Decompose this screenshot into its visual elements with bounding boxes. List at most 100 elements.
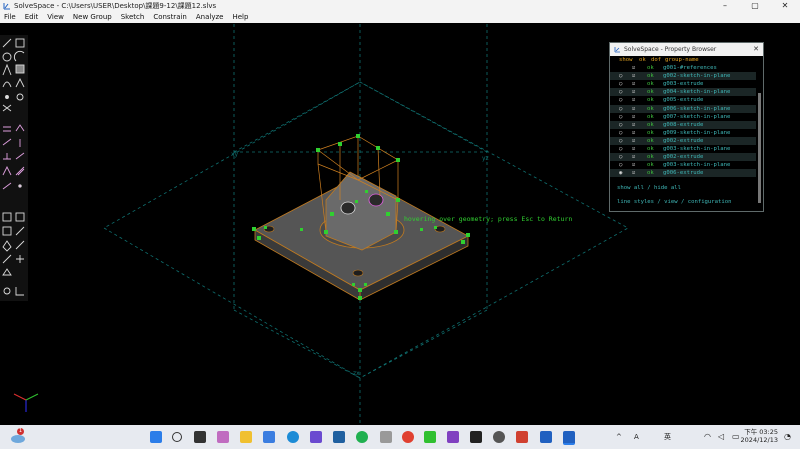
group-active-checkbox[interactable]: ☑ xyxy=(632,88,635,96)
property-browser-scrollbar[interactable] xyxy=(758,93,761,203)
construction-toggle-icon xyxy=(2,254,12,264)
solvespace-taskbar-icon-1[interactable] xyxy=(540,431,552,443)
group-name-link[interactable]: g003-extrude xyxy=(663,80,703,88)
group-visibility-toggle[interactable]: ○ xyxy=(619,88,622,96)
terminal-icon[interactable] xyxy=(470,431,482,443)
system-clock[interactable]: 下午 03:25 2024/12/13 xyxy=(741,428,778,444)
app-icon-dark[interactable] xyxy=(493,431,505,443)
menu-new-group[interactable]: New Group xyxy=(69,12,117,23)
group-visibility-toggle[interactable]: ○ xyxy=(619,105,622,113)
group-row[interactable]: ○ ☑ ok g009-sketch-in-plane xyxy=(610,129,756,137)
group-active-checkbox[interactable]: ☑ xyxy=(632,105,635,113)
group-visibility-toggle[interactable]: ○ xyxy=(619,121,622,129)
video-editor-icon[interactable] xyxy=(447,431,459,443)
minimize-button[interactable]: – xyxy=(710,0,740,12)
app-icon-red[interactable] xyxy=(516,431,528,443)
edge-browser-icon[interactable] xyxy=(287,431,299,443)
tray-ime-a[interactable]: A xyxy=(634,425,639,449)
group-row[interactable]: ○ ☑ ok g002-extrude xyxy=(610,153,756,162)
group-active-checkbox[interactable]: ☑ xyxy=(632,137,635,145)
group-visibility-toggle[interactable]: ◉ xyxy=(619,169,622,177)
volume-icon[interactable]: ◁ xyxy=(718,425,724,449)
group-active-checkbox[interactable]: ☑ xyxy=(632,72,635,80)
group-name-link[interactable]: g009-sketch-in-plane xyxy=(663,129,730,137)
property-browser-close-button[interactable]: ✕ xyxy=(753,43,759,56)
menu-constrain[interactable]: Constrain xyxy=(149,12,192,23)
group-row[interactable]: ◉ ☑ ok g006-extrude xyxy=(610,169,756,178)
group-name-link[interactable]: g003-sketch-in-plane xyxy=(663,161,730,169)
group-active-checkbox[interactable]: ☑ xyxy=(632,64,635,72)
battery-icon[interactable]: ▭ xyxy=(732,425,740,449)
start-menu-icon[interactable] xyxy=(150,431,162,443)
file-explorer-icon[interactable] xyxy=(240,431,252,443)
task-view-icon[interactable] xyxy=(194,431,206,443)
group-active-checkbox[interactable]: ☑ xyxy=(632,153,635,161)
close-button[interactable]: ✕ xyxy=(770,0,800,12)
group-visibility-toggle[interactable]: ○ xyxy=(619,80,622,88)
browser-footer-links[interactable]: line styles / view / configuration xyxy=(617,199,732,205)
group-visibility-toggle[interactable]: ○ xyxy=(619,137,622,145)
spotify-icon[interactable] xyxy=(356,431,368,443)
group-active-checkbox[interactable]: ☑ xyxy=(632,121,635,129)
group-row[interactable]: ○ ☑ ok g006-sketch-in-plane xyxy=(610,104,756,113)
group-row[interactable]: ○ ☑ ok g005-extrude xyxy=(610,96,756,104)
line-app-icon[interactable] xyxy=(424,431,436,443)
group-active-checkbox[interactable]: ☑ xyxy=(632,129,635,137)
group-name-link[interactable]: g004-sketch-in-plane xyxy=(663,88,730,96)
menu-file[interactable]: File xyxy=(0,12,21,23)
group-name-link[interactable]: g002-sketch-in-plane xyxy=(663,72,730,80)
group-visibility-toggle[interactable]: ○ xyxy=(619,72,622,80)
group-active-checkbox[interactable]: ☑ xyxy=(632,161,635,169)
group-visibility-toggle[interactable]: ○ xyxy=(619,129,622,137)
group-name-link[interactable]: g002-extrude xyxy=(663,153,703,161)
tray-ime-english[interactable]: 英 xyxy=(664,425,671,449)
group-row[interactable]: ○ ☑ ok g004-sketch-in-plane xyxy=(610,88,756,97)
group-active-checkbox[interactable]: ☑ xyxy=(632,145,635,153)
group-row[interactable]: ○ ☑ ok g007-sketch-in-plane xyxy=(610,113,756,121)
menu-view[interactable]: View xyxy=(43,12,69,23)
group-row[interactable]: ○ ☑ ok g003-sketch-in-plane xyxy=(610,161,756,169)
group-visibility-toggle[interactable]: ○ xyxy=(619,96,622,104)
group-name-link[interactable]: g006-sketch-in-plane xyxy=(663,105,730,113)
chrome-icon[interactable] xyxy=(402,431,414,443)
group-name-link[interactable]: g001-#references xyxy=(663,64,717,72)
tray-overflow-chevron[interactable]: ^ xyxy=(616,425,622,449)
app-icon-purple[interactable] xyxy=(310,431,322,443)
group-row[interactable]: ☑ ok g001-#references xyxy=(610,64,756,72)
menu-edit[interactable]: Edit xyxy=(21,12,44,23)
group-name-link[interactable]: g008-extrude xyxy=(663,121,703,129)
group-active-checkbox[interactable]: ☑ xyxy=(632,169,635,177)
group-row[interactable]: ○ ☑ ok g008-extrude xyxy=(610,120,756,129)
menu-help[interactable]: Help xyxy=(228,12,253,23)
group-visibility-toggle[interactable]: ○ xyxy=(619,153,622,161)
group-name-link[interactable]: g002-extrude xyxy=(663,137,703,145)
property-browser-titlebar[interactable]: SolveSpace - Property Browser ✕ xyxy=(610,43,763,56)
group-visibility-toggle[interactable]: ○ xyxy=(619,161,622,169)
menu-sketch[interactable]: Sketch xyxy=(117,12,150,23)
group-row[interactable]: ○ ☑ ok g002-extrude xyxy=(610,136,756,146)
maximize-button[interactable]: ▢ xyxy=(740,0,770,12)
group-active-checkbox[interactable]: ☑ xyxy=(632,96,635,104)
app-icon-blue[interactable] xyxy=(333,431,345,443)
show-hide-all-link[interactable]: show all / hide all xyxy=(617,185,681,191)
group-row[interactable]: ○ ☑ ok g002-sketch-in-plane xyxy=(610,72,756,81)
group-visibility-toggle[interactable]: ○ xyxy=(619,145,622,153)
group-active-checkbox[interactable]: ☑ xyxy=(632,113,635,121)
app-icon-gray[interactable] xyxy=(380,431,392,443)
group-name-link[interactable]: g003-sketch-in-plane xyxy=(663,145,730,153)
notification-bell-icon[interactable]: ◔ xyxy=(784,425,791,449)
group-name-link[interactable]: g005-extrude xyxy=(663,96,703,104)
group-row[interactable]: ○ ☑ ok g003-extrude xyxy=(610,80,756,88)
group-name-link[interactable]: g007-sketch-in-plane xyxy=(663,113,730,121)
menu-analyze[interactable]: Analyze xyxy=(192,12,229,23)
group-visibility-toggle[interactable]: ○ xyxy=(619,113,622,121)
group-name-link[interactable]: g006-extrude xyxy=(663,169,703,177)
copilot-icon[interactable] xyxy=(217,431,229,443)
group-row[interactable]: ○ ☑ ok g003-sketch-in-plane xyxy=(610,145,756,153)
group-active-checkbox[interactable]: ☑ xyxy=(632,80,635,88)
mail-icon[interactable] xyxy=(263,431,275,443)
property-browser-window[interactable]: SolveSpace - Property Browser ✕ show ok … xyxy=(609,42,764,212)
search-icon[interactable] xyxy=(172,432,182,442)
wifi-icon[interactable]: ◠ xyxy=(704,425,711,449)
solvespace-taskbar-icon-2[interactable] xyxy=(563,431,575,445)
